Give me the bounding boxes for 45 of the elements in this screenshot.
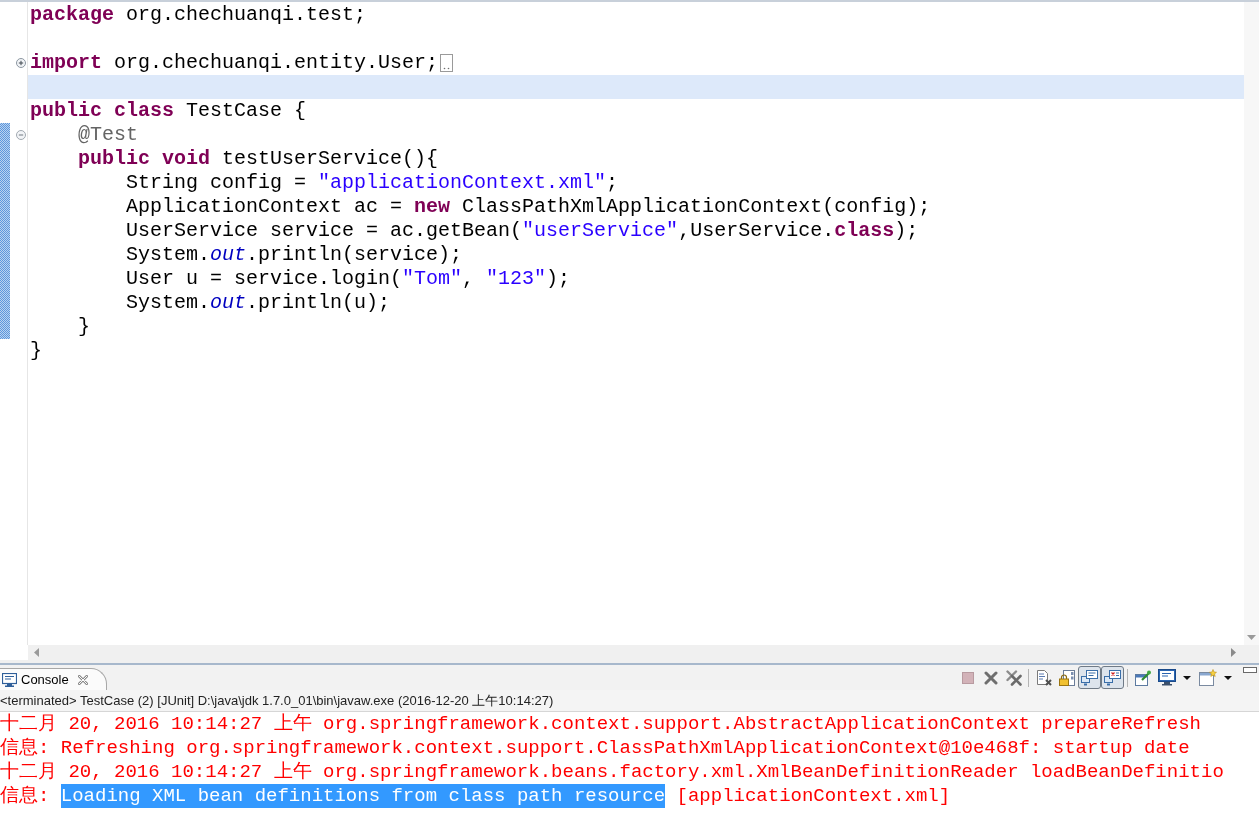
console-tab[interactable]: Console	[0, 668, 107, 690]
scroll-down-arrow[interactable]	[1247, 635, 1256, 640]
horizontal-scrollbar[interactable]	[28, 645, 1244, 660]
vertical-scrollbar[interactable]	[1244, 2, 1259, 645]
monitor-icon	[1157, 669, 1176, 686]
code-line: User u = service.login("Tom", "123");	[126, 267, 571, 291]
monitor-icon	[2, 672, 17, 687]
code-line: package org.chechuanqi.test;	[30, 3, 367, 27]
log-text: 信息: Refreshing org.springframework.context.support.ClassPathXmlApplicationContext@10e468f: startup date	[0, 736, 1190, 760]
stop-square-icon	[961, 671, 974, 684]
caret-icon	[1183, 675, 1191, 680]
log-text: 十二月 20, 2016 10:14:27 上午 org.springframework.context.support.AbstractApplicationContext prepareRefresh	[0, 712, 1201, 736]
scroll-right-arrow[interactable]	[1231, 648, 1236, 657]
plus-circle-icon[interactable]	[16, 58, 26, 68]
code-line: @Test	[78, 123, 139, 147]
window-pin-icon	[1134, 669, 1151, 686]
folded-code-box-icon[interactable]	[440, 54, 454, 72]
selected-log-text: Loading XML bean definitions from class path resource	[60, 784, 666, 808]
monitor-message-icon	[1081, 669, 1098, 686]
log-text: 信息:	[0, 784, 51, 808]
log-text: 十二月 20, 2016 10:14:27 上午 org.springframework.beans.factory.xml.XmlBeanDefinitionReader loadBeanDefinitio	[0, 760, 1224, 784]
code-line: }	[30, 339, 42, 363]
code-line: ApplicationContext ac = new ClassPathXmlApplicationContext(config);	[126, 195, 931, 219]
double-x-icon	[1005, 669, 1022, 686]
launch-status-text: <terminated> TestCase (2) [JUnit] D:\java\jdk 1.7.0_01\bin\javaw.exe (2016-12-20 上午10:14:27)	[0, 691, 554, 710]
code-line: }	[78, 315, 91, 339]
code-line: String config = "applicationContext.xml";	[126, 171, 619, 195]
log-text: [applicationContext.xml]	[675, 784, 951, 808]
x-icon	[983, 670, 998, 685]
caret-icon	[1224, 675, 1232, 680]
monitor-error-icon	[1104, 669, 1121, 686]
code-line: UserService service = ac.getBean("userService",UserService.class);	[126, 219, 919, 243]
show-stdout-button[interactable]	[1078, 666, 1101, 689]
code-line: System.out.println(service);	[126, 243, 463, 267]
close-icon[interactable]	[77, 674, 88, 685]
minus-circle-icon[interactable]	[16, 130, 26, 140]
scroll-left-arrow[interactable]	[34, 648, 39, 657]
code-line: import org.chechuanqi.entity.User;	[30, 51, 439, 75]
code-line: public class TestCase {	[30, 99, 307, 123]
show-stderr-button[interactable]	[1101, 666, 1124, 689]
minimize-icon	[1243, 667, 1257, 673]
code-line: System.out.println(u);	[126, 291, 391, 315]
document-lock-icon	[1058, 669, 1075, 686]
document-x-icon	[1035, 669, 1052, 686]
code-line: public void testUserService(){	[78, 147, 439, 171]
